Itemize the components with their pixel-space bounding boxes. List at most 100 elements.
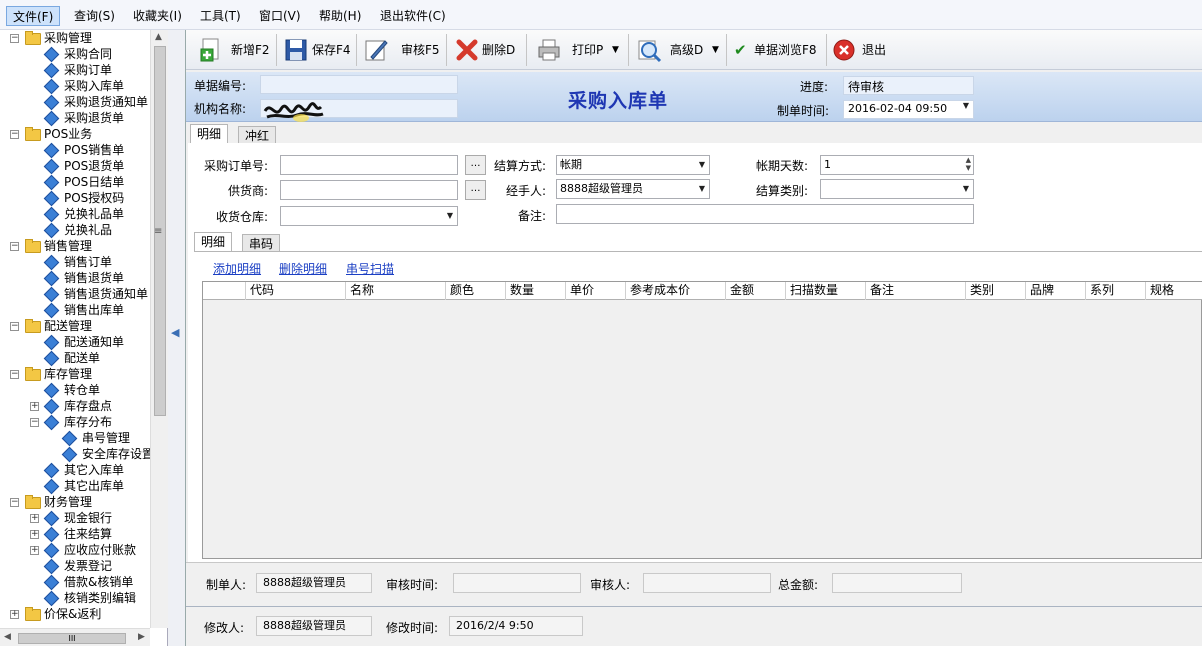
scroll-left-icon[interactable]: ◀ [4, 632, 11, 642]
dropdown-arrow-icon[interactable]: ▼ [612, 33, 619, 67]
document-icon [43, 190, 60, 207]
handler-select[interactable]: 8888超级管理员 [556, 179, 710, 199]
exit-button[interactable]: 退出 [832, 33, 888, 67]
scroll-up-icon[interactable]: ▲ [155, 32, 162, 42]
checkmark-icon: ✔ [734, 41, 747, 59]
document-header: 单据编号: 机构名称: 采购入库单 进度: 待审核 制单时间: 2016-02-… [186, 72, 1202, 122]
collapse-arrow-icon[interactable]: ◀ [171, 326, 179, 339]
column-header[interactable]: 名称 [345, 282, 445, 300]
sidebar-vertical-scrollbar[interactable]: ▲ ≡ [150, 30, 168, 628]
scroll-right-icon[interactable]: ▶ [138, 632, 145, 642]
document-icon [43, 510, 60, 527]
review-time-value [453, 573, 581, 593]
modifier-label: 修改人: [204, 621, 245, 635]
row-selector-header [203, 282, 245, 300]
remark-label: 备注: [517, 209, 546, 223]
column-header[interactable]: 金额 [725, 282, 785, 300]
progress-label: 进度: [800, 80, 829, 94]
serial-scan-link[interactable]: 串号扫描 [346, 260, 394, 277]
tab-sub-detail[interactable]: 明细 [194, 232, 233, 252]
document-icon [43, 142, 60, 159]
po-input[interactable] [280, 155, 458, 175]
remove-detail-link[interactable]: 删除明细 [279, 260, 327, 277]
org-name-field[interactable] [260, 99, 458, 122]
tab-reverse[interactable]: 冲红 [238, 126, 277, 144]
search-magnifier-icon [638, 40, 662, 63]
warehouse-select[interactable] [280, 206, 458, 226]
column-header[interactable]: 品牌 [1025, 282, 1085, 300]
folder-icon [24, 30, 42, 46]
folder-icon [24, 126, 42, 142]
delete-button[interactable]: 删除D [452, 33, 520, 67]
column-header[interactable]: 类别 [965, 282, 1025, 300]
settle-method-select[interactable]: 帐期 [556, 155, 710, 175]
footer-review-info: 制单人: 8888超级管理员 审核时间: 审核人: 总金额: [186, 562, 1202, 604]
folder-icon [24, 494, 42, 510]
create-time-picker[interactable]: 2016-02-04 09:50 [843, 100, 974, 119]
menu-exit[interactable]: 退出软件(C) [374, 6, 452, 26]
document-icon [43, 286, 60, 303]
doc-no-field[interactable] [260, 75, 458, 94]
document-icon [43, 478, 60, 495]
menu-window[interactable]: 窗口(V) [253, 6, 307, 26]
tab-serial[interactable]: 串码 [242, 234, 281, 252]
menu-tools[interactable]: 工具(T) [194, 6, 247, 26]
document-icon [43, 558, 60, 575]
column-header[interactable]: 备注 [865, 282, 965, 300]
grip-icon: ≡ [154, 226, 163, 237]
menu-query[interactable]: 查询(S) [68, 6, 121, 26]
document-icon [43, 462, 60, 479]
modify-time-label: 修改时间: [386, 621, 439, 635]
review-pen-icon [365, 40, 388, 61]
menu-help[interactable]: 帮助(H) [313, 6, 367, 26]
column-header[interactable]: 参考成本价 [625, 282, 725, 300]
scrollbar-thumb[interactable]: III [18, 633, 126, 644]
folder-icon [24, 238, 42, 254]
page-title: 采购入库单 [568, 90, 669, 112]
column-header[interactable]: 扫描数量 [785, 282, 865, 300]
document-icon [43, 254, 60, 271]
supplier-input[interactable] [280, 180, 458, 200]
footer-modify-info: 修改人: 8888超级管理员 修改时间: 2016/2/4 9:50 [186, 606, 1202, 646]
menu-favorites[interactable]: 收藏夹(I) [127, 6, 188, 26]
save-icon [285, 39, 307, 61]
browse-documents-button[interactable]: ✔ 单据浏览F8 [734, 33, 820, 67]
detail-table[interactable]: 代码 名称 颜色 数量 单价 参考成本价 金额 扫描数量 备注 类别 品牌 系列… [202, 281, 1202, 559]
folder-icon [24, 606, 42, 622]
term-days-stepper[interactable]: 1 ▲ ▼ [820, 155, 974, 175]
panel-splitter[interactable]: ◀ [168, 30, 186, 646]
settle-type-select[interactable] [820, 179, 974, 199]
print-button[interactable]: 打印P ▼ [534, 33, 624, 67]
dropdown-arrow-icon[interactable]: ▼ [712, 33, 719, 67]
exit-stop-icon [833, 39, 855, 61]
sidebar-horizontal-scrollbar[interactable]: ◀ III ▶ [0, 628, 150, 646]
supplier-label: 供货商: [227, 184, 268, 198]
remark-input[interactable] [556, 204, 974, 224]
document-icon [43, 590, 60, 607]
document-icon [43, 542, 60, 559]
review-button[interactable]: 审核F5 [361, 33, 440, 67]
document-icon [43, 382, 60, 399]
stepper-arrows-icon[interactable]: ▲ ▼ [966, 156, 971, 172]
column-header[interactable]: 系列 [1085, 282, 1145, 300]
new-button[interactable]: 新增F2 [196, 33, 272, 67]
menu-file[interactable]: 文件(F) [6, 6, 61, 26]
progress-value: 待审核 [843, 76, 974, 95]
column-header[interactable]: 规格 [1145, 282, 1202, 300]
column-header[interactable]: 单价 [565, 282, 625, 300]
document-icon [43, 222, 60, 239]
document-icon [43, 414, 60, 431]
document-icon [43, 398, 60, 415]
add-detail-link[interactable]: 添加明细 [213, 260, 261, 277]
column-header[interactable]: 颜色 [445, 282, 505, 300]
document-icon [43, 158, 60, 175]
create-time-label: 制单时间: [777, 104, 830, 118]
sidebar: − 采购管理 采购合同 采购订单 采购入库单 采购退货通知单 采购退货单 − POS… [0, 30, 168, 646]
column-header[interactable]: 代码 [245, 282, 345, 300]
delete-x-icon [456, 39, 478, 61]
save-button[interactable]: 保存F4 [281, 33, 353, 67]
column-header[interactable]: 数量 [505, 282, 565, 300]
settle-method-label: 结算方式: [493, 159, 546, 173]
tab-detail[interactable]: 明细 [190, 124, 229, 144]
advanced-button[interactable]: 高级D ▼ [634, 33, 722, 67]
